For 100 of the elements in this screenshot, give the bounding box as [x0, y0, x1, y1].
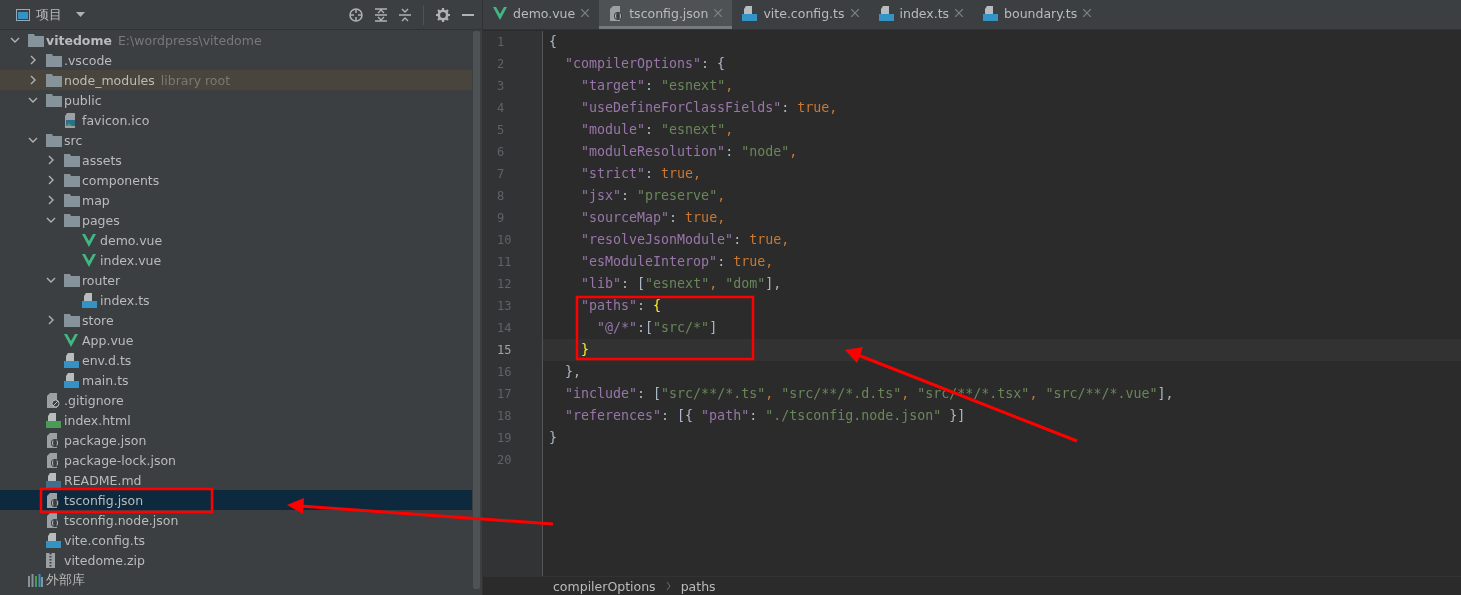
folder-icon [46, 133, 62, 147]
folder-icon [46, 53, 62, 67]
editor-tab[interactable]: index.ts [868, 0, 974, 29]
chevron-icon[interactable] [28, 135, 38, 145]
ts-file-icon [983, 5, 999, 21]
close-icon[interactable] [955, 9, 964, 17]
tree-item[interactable]: index.vue [0, 250, 472, 270]
item-name: demo.vue [100, 232, 163, 248]
tree-item[interactable]: vitedome.zip [0, 550, 472, 570]
separator-icon [665, 582, 671, 590]
zip-file-icon [46, 552, 55, 568]
folder-icon [64, 173, 80, 187]
chevron-icon[interactable] [46, 215, 56, 225]
folder-icon [28, 33, 44, 47]
tree-item[interactable]: public [0, 90, 472, 110]
tree-item[interactable]: tsconfig.json [0, 490, 472, 510]
code-line: "esModuleInterop": true, [580, 254, 774, 269]
tree-item[interactable]: node_modules library root [0, 70, 472, 90]
scrollbar[interactable] [473, 31, 480, 589]
tree-item[interactable]: 外部库 [0, 570, 472, 590]
tree-item[interactable]: map [0, 190, 472, 210]
ts-file-icon [878, 5, 894, 21]
editor-tab[interactable]: boundary.ts [973, 0, 1102, 29]
folder-icon [46, 93, 62, 107]
folder-icon [64, 313, 80, 327]
tree-item[interactable]: README.md [0, 470, 472, 490]
tree-item[interactable]: assets [0, 150, 472, 170]
item-name: router [82, 272, 121, 288]
tree-item[interactable]: index.ts [0, 290, 472, 310]
item-name: src [64, 132, 83, 148]
tree-item[interactable]: package.json [0, 430, 472, 450]
chevron-icon[interactable] [46, 195, 56, 205]
breadcrumb[interactable]: compilerOptions [553, 578, 656, 594]
caret-icon[interactable] [76, 12, 85, 17]
code-line: "compilerOptions": { [564, 56, 726, 71]
item-name: components [82, 172, 160, 188]
item-name: App.vue [82, 332, 134, 348]
panel-icon [16, 8, 30, 21]
json-file-icon [46, 512, 60, 528]
tree-item[interactable]: tsconfig.node.json [0, 510, 472, 530]
item-name: tsconfig.node.json [64, 512, 179, 528]
tree-item[interactable]: .vscode [0, 50, 472, 70]
minimize-icon[interactable] [462, 13, 474, 16]
json-file-icon [609, 5, 624, 21]
chevron-icon[interactable] [46, 315, 56, 325]
folder-icon [64, 273, 80, 287]
vue-icon [82, 253, 96, 267]
folder-icon [64, 193, 80, 207]
tree-item[interactable]: favicon.ico [0, 110, 472, 130]
item-name: favicon.ico [82, 112, 150, 128]
md-file-icon [46, 472, 61, 488]
tree-item[interactable]: src [0, 130, 472, 150]
breadcrumb[interactable]: paths [680, 578, 716, 594]
item-name: tsconfig.json [64, 492, 144, 508]
tree-item[interactable]: package-lock.json [0, 450, 472, 470]
editor-tab[interactable]: tsconfig.json [599, 0, 733, 29]
tree-item[interactable]: demo.vue [0, 230, 472, 250]
close-icon[interactable] [581, 9, 590, 17]
tree-item[interactable]: main.ts [0, 370, 472, 390]
code-line: "useDefineForClassFields": true, [580, 100, 838, 115]
tree-item[interactable]: router [0, 270, 472, 290]
code-line: "moduleResolution": "node", [580, 144, 798, 159]
tree-item[interactable]: vitedome E:\wordpress\vitedome [0, 30, 472, 50]
chevron-icon[interactable] [46, 275, 56, 285]
folder-icon [64, 153, 80, 167]
item-name: index.ts [100, 292, 150, 308]
expand-all-icon[interactable] [375, 7, 387, 22]
tree-item[interactable]: components [0, 170, 472, 190]
item-name: public [64, 92, 102, 108]
chevron-icon[interactable] [10, 35, 20, 45]
panel-title[interactable]: 项目 [36, 5, 62, 24]
tree-item[interactable]: store [0, 310, 472, 330]
ignore-file-icon [46, 392, 60, 408]
tree-item[interactable]: .gitignore [0, 390, 472, 410]
item-name: pages [82, 212, 120, 228]
ts-file-icon [46, 532, 61, 548]
tree-item[interactable]: App.vue [0, 330, 472, 350]
settings-icon[interactable] [436, 7, 450, 22]
tree-item[interactable]: env.d.ts [0, 350, 472, 370]
editor-tab[interactable]: demo.vue [483, 0, 600, 29]
item-note: library root [160, 72, 231, 88]
chevron-icon[interactable] [28, 95, 38, 105]
chevron-icon[interactable] [28, 75, 38, 85]
chevron-icon[interactable] [46, 155, 56, 165]
editor-tab[interactable]: vite.config.ts [732, 0, 869, 29]
code-line: "resolveJsonModule": true, [580, 232, 790, 247]
tree-item[interactable]: index.html [0, 410, 472, 430]
tree-item[interactable]: pages [0, 210, 472, 230]
close-icon[interactable] [1083, 9, 1092, 17]
collapse-all-icon[interactable] [399, 7, 411, 22]
item-name: store [82, 312, 114, 328]
code-line: "module": "esnext", [580, 122, 734, 137]
chevron-icon[interactable] [46, 175, 56, 185]
chevron-icon[interactable] [28, 55, 38, 65]
locate-icon[interactable] [349, 7, 363, 22]
close-icon[interactable] [850, 9, 859, 17]
code-line: "jsx": "preserve", [580, 188, 726, 203]
folder-icon [64, 213, 80, 227]
tree-item[interactable]: vite.config.ts [0, 530, 472, 550]
vue-icon [64, 333, 78, 347]
